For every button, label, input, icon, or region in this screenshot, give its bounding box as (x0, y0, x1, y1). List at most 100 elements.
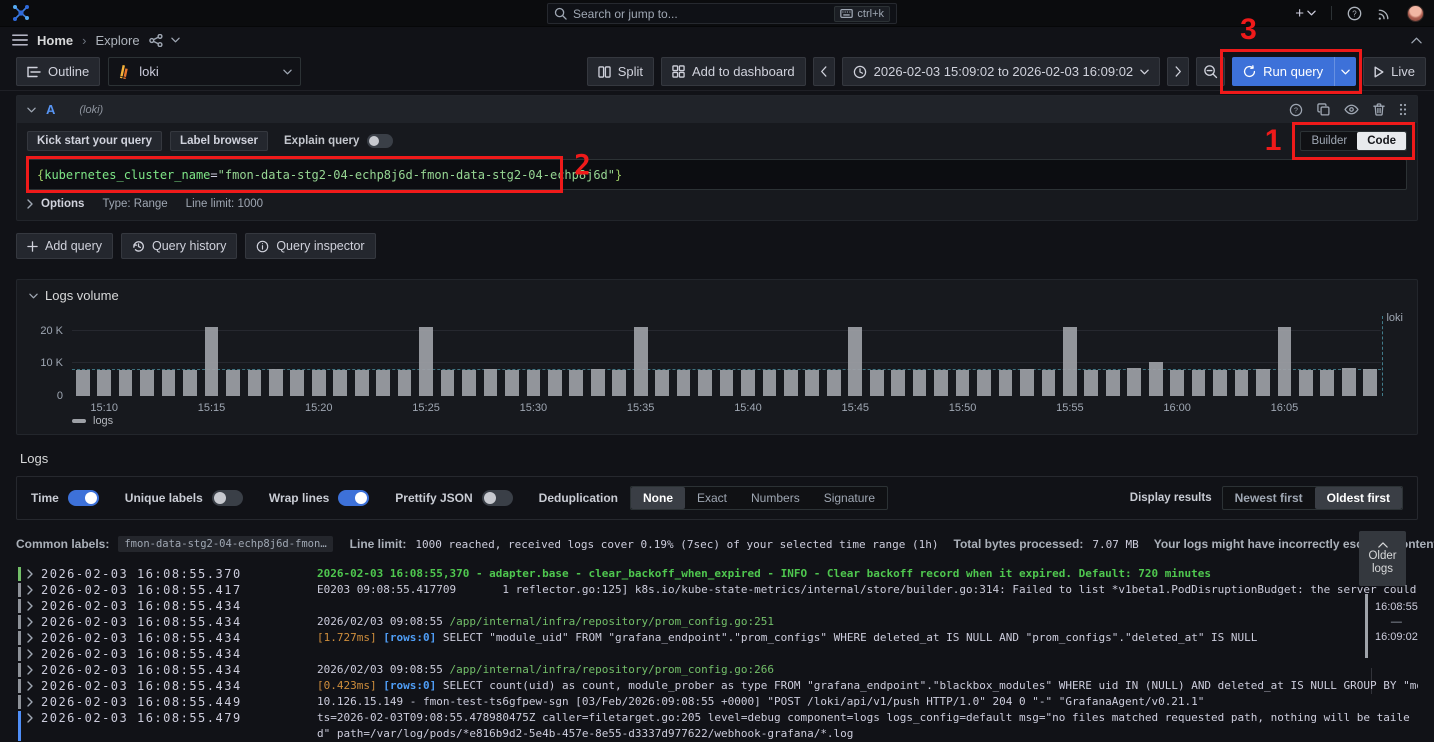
log-row[interactable]: 2026-02-03 16:08:55.3702026-02-03 16:08:… (16, 566, 1418, 582)
volume-bar (462, 370, 476, 396)
volume-bar (248, 370, 262, 396)
drag-handle-grip-icon[interactable] (1399, 103, 1407, 116)
log-expand-chevron-icon[interactable] (27, 646, 41, 659)
time-range-forward-button[interactable] (1167, 57, 1189, 86)
breadcrumb-row: Home › Explore (0, 27, 1434, 53)
wrap-lines-toggle[interactable] (338, 490, 369, 506)
log-scroll-indicator[interactable]: 16:08:55 — 16:09:02 (1365, 594, 1418, 658)
log-expand-chevron-icon[interactable] (27, 630, 41, 643)
query-row-header[interactable]: A (loki) ? (17, 96, 1417, 123)
outline-button[interactable]: Outline (16, 57, 100, 86)
hide-response-eye-icon[interactable] (1344, 104, 1359, 115)
display-option-oldest-first[interactable]: Oldest first (1315, 487, 1402, 509)
log-expand-chevron-icon[interactable] (27, 598, 41, 611)
volume-bar (784, 370, 798, 396)
add-to-dashboard-button[interactable]: Add to dashboard (661, 57, 806, 86)
share-icon[interactable] (149, 34, 163, 47)
query-code-editor[interactable]: {kubernetes_cluster_name="fmon-data-stg2… (27, 159, 1407, 190)
display-option-newest-first[interactable]: Newest first (1223, 487, 1315, 509)
logs-volume-collapse-chevron-icon[interactable] (29, 293, 38, 299)
run-query-dropdown-caret[interactable] (1334, 57, 1356, 86)
log-message: [0.423ms] [rows:0] SELECT count(uid) as … (317, 678, 1418, 694)
breadcrumb-chevron-down-icon[interactable] (171, 37, 180, 43)
log-level-stripe (18, 663, 21, 677)
volume-bar (119, 370, 133, 396)
log-expand-chevron-icon[interactable] (27, 566, 41, 579)
breadcrumb-explore[interactable]: Explore (95, 33, 139, 48)
label-browser-button[interactable]: Label browser (170, 131, 268, 151)
log-expand-chevron-icon[interactable] (27, 678, 41, 691)
log-row[interactable]: 2026-02-03 16:08:55.44910.126.15.149 - f… (16, 694, 1418, 710)
query-options-row[interactable]: Options Type: Range Line limit: 1000 (27, 198, 1407, 210)
log-row[interactable]: 2026-02-03 16:08:55.4342026/02/03 09:08:… (16, 614, 1418, 630)
log-rows: 2026-02-03 16:08:55.3702026-02-03 16:08:… (16, 566, 1418, 742)
explain-query-toggle[interactable] (367, 134, 393, 148)
log-expand-chevron-icon[interactable] (27, 694, 41, 707)
log-row[interactable]: 2026-02-03 16:08:55.434[0.423ms] [rows:0… (16, 678, 1418, 694)
duplicate-query-icon[interactable] (1317, 103, 1330, 116)
log-row[interactable]: 2026-02-03 16:08:55.434[1.727ms] [rows:0… (16, 630, 1418, 646)
volume-bar (441, 370, 455, 396)
time-range-back-button[interactable] (813, 57, 835, 86)
log-expand-chevron-icon[interactable] (27, 662, 41, 675)
news-rss-icon[interactable] (1377, 6, 1392, 21)
volume-bar (226, 370, 240, 396)
run-query-button[interactable]: Run query (1232, 57, 1356, 86)
help-icon[interactable]: ? (1347, 6, 1362, 21)
time-range-picker[interactable]: 2026-02-03 15:09:02 to 2026-02-03 16:09:… (842, 57, 1161, 86)
scrollbar-thumb[interactable] (1365, 594, 1368, 658)
x-axis-tick: 15:10 (90, 402, 118, 414)
volume-bar (1256, 369, 1270, 396)
common-labels-badge[interactable]: fmon-data-stg2-04-echp8j6d-fmon… (118, 536, 332, 552)
x-axis-tick: 15:25 (412, 402, 440, 414)
log-expand-chevron-icon[interactable] (27, 582, 41, 595)
new-button[interactable]: + (1295, 5, 1316, 22)
older-logs-button[interactable]: Older logs (1359, 531, 1406, 586)
log-row[interactable]: 2026-02-03 16:08:55.417E0203 09:08:55.41… (16, 582, 1418, 598)
editor-mode-option-builder[interactable]: Builder (1301, 132, 1357, 150)
split-button[interactable]: Split (587, 57, 654, 86)
editor-mode-option-code[interactable]: Code (1357, 132, 1406, 150)
volume-bar (333, 370, 347, 396)
add-query-button[interactable]: Add query (16, 233, 113, 259)
log-timestamp: 2026-02-03 16:08:55.479 (41, 710, 317, 726)
unique-labels-toggle[interactable] (212, 490, 243, 506)
log-expand-chevron-icon[interactable] (27, 614, 41, 627)
dedup-option-exact[interactable]: Exact (685, 487, 739, 509)
grafana-logo-icon[interactable] (10, 2, 32, 24)
log-expand-chevron-icon[interactable] (27, 710, 41, 723)
volume-bar (741, 370, 755, 396)
breadcrumb-home[interactable]: Home (37, 33, 73, 48)
remove-query-trash-icon[interactable] (1373, 103, 1385, 116)
query-collapse-chevron-icon[interactable] (27, 107, 36, 113)
deduplication-label: Deduplication (539, 491, 618, 505)
mega-menu-icon[interactable] (12, 34, 28, 46)
volume-bar (655, 370, 669, 396)
kick-start-query-button[interactable]: Kick start your query (27, 131, 162, 151)
logs-volume-legend[interactable]: logs (72, 415, 113, 427)
query-history-button[interactable]: Query history (121, 233, 237, 259)
volume-bar (290, 370, 304, 396)
user-avatar[interactable] (1407, 5, 1424, 22)
dedup-option-signature[interactable]: Signature (812, 487, 887, 509)
log-message: 2026/02/03 09:08:55 /app/internal/infra/… (317, 614, 1418, 630)
log-row[interactable]: 2026-02-03 16:08:55.434 (16, 646, 1418, 662)
datasource-picker[interactable]: loki (108, 57, 301, 86)
dedup-option-none[interactable]: None (631, 487, 685, 509)
logs-controls: TimeUnique labelsWrap linesPrettify JSON… (16, 476, 1418, 520)
prettify-json-toggle[interactable] (482, 490, 513, 506)
log-row[interactable]: 2026-02-03 16:08:55.434 (16, 598, 1418, 614)
dedup-option-numbers[interactable]: Numbers (739, 487, 812, 509)
log-row[interactable]: 2026-02-03 16:08:55.479ts=2026-02-03T09:… (16, 710, 1418, 742)
total-bytes-label: Total bytes processed: (954, 537, 1084, 551)
x-axis-tick: 15:20 (305, 402, 333, 414)
log-row[interactable]: 2026-02-03 16:08:55.4342026/02/03 09:08:… (16, 662, 1418, 678)
log-message: [1.727ms] [rows:0] SELECT "module_uid" F… (317, 630, 1418, 646)
query-help-icon[interactable]: ? (1289, 103, 1303, 117)
zoom-out-time-button[interactable] (1196, 57, 1225, 86)
query-inspector-button[interactable]: Query inspector (245, 233, 375, 259)
search-input[interactable]: Search or jump to... ctrl+k (547, 3, 897, 24)
time-toggle[interactable] (68, 490, 99, 506)
collapse-toolbar-chevron-icon[interactable] (1411, 37, 1422, 44)
live-button[interactable]: Live (1363, 57, 1426, 86)
